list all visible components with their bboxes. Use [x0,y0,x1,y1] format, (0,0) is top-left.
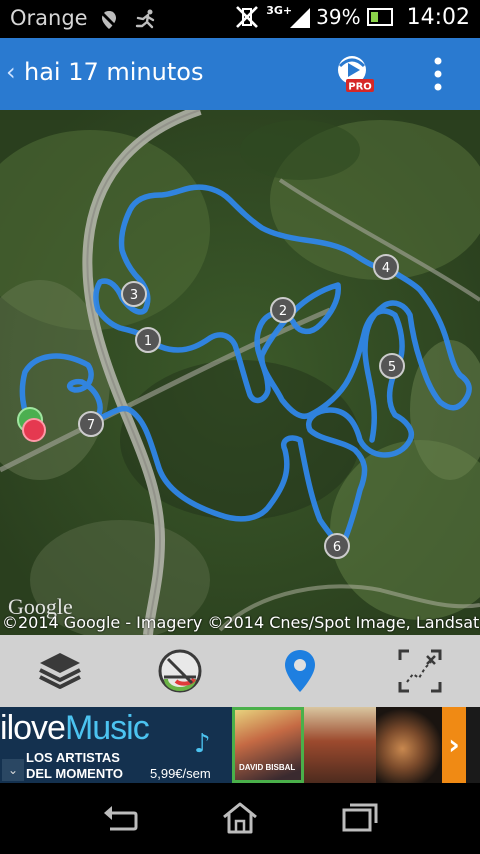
album-cover-3 [376,707,442,783]
marker-label: 1 [144,334,152,349]
clock: 14:02 [406,4,470,30]
network-type: 3G+ [266,3,293,17]
recents-icon[interactable] [340,801,380,835]
end-marker[interactable] [22,418,46,442]
marker-label: 3 [130,288,138,303]
ad-banner[interactable]: iloveMusic ♪ LOS ARTISTAS DEL MOMENTO 5,… [0,707,480,783]
route-crop-icon [398,649,442,693]
system-nav-bar [0,783,480,854]
marker-label: 6 [333,540,341,555]
map-toolbar [0,635,480,707]
route-marker-3[interactable]: 3 [121,281,147,307]
ad-title-love: love [6,709,66,747]
app-bar: ‹ hai 17 minutos PRO [0,38,480,110]
battery-percentage: 39% [316,5,361,29]
running-icon [136,9,155,28]
ad-collapse-icon[interactable]: ⌄ [2,759,24,781]
ad-line-2: DEL MOMENTO [26,766,124,781]
route-marker-1[interactable]: 1 [135,327,161,353]
status-bar: Orange 3G+ 39% 14:02 [0,0,480,38]
pro-video-icon[interactable]: PRO [334,54,376,94]
marker-label: 5 [388,360,396,375]
location-pin-icon [285,650,315,692]
carrier-label: Orange [10,6,88,30]
signal-icon [290,8,311,28]
ad-next-icon[interactable]: › [442,707,466,783]
home-icon[interactable] [220,801,260,835]
ad-title-music: Music [64,709,150,747]
route-marker-7[interactable]: 7 [78,411,104,437]
back-icon[interactable] [100,801,140,835]
map-attribution: ©2014 Google - Imagery ©2014 Cnes/Spot I… [2,613,480,632]
ad-title: iloveMusic [0,709,150,748]
location-button[interactable] [272,645,328,697]
ad-price: 5,99€/sem [150,766,211,781]
marker-label: 7 [87,418,95,433]
ad-edge [466,707,480,783]
overflow-menu-icon[interactable] [428,56,448,92]
route-marker-5[interactable]: 5 [379,353,405,379]
marker-label: 4 [382,261,390,276]
page-title[interactable]: hai 17 minutos [24,58,203,86]
route-marker-4[interactable]: 4 [373,254,399,280]
route-crop-button[interactable] [392,645,448,697]
layers-button[interactable] [32,645,88,697]
status-right: 3G+ 39% 14:02 [234,4,470,30]
album-cover-1: DAVID BISBAL [232,707,304,783]
map-view[interactable]: 1 2 3 4 5 6 7 Google ©2014 Google - Imag… [0,110,480,635]
battery-icon [366,8,393,26]
ad-line-1: LOS ARTISTAS [26,750,120,765]
route-marker-2[interactable]: 2 [270,297,296,323]
up-chevron-icon[interactable]: ‹ [6,58,16,86]
satellite-map: 1 2 3 4 5 6 7 [0,110,480,635]
album-cover-2 [304,707,376,783]
speed-gauge-icon [158,649,202,693]
notification-icons [98,6,158,31]
route-marker-6[interactable]: 6 [324,533,350,559]
speed-overlay-button[interactable] [152,645,208,697]
marker-label: 2 [279,304,287,319]
album-label: DAVID BISBAL [239,763,296,772]
layers-icon [39,653,81,689]
muted-location-icon [99,10,119,29]
vibrate-off-icon [236,6,259,28]
music-note-icon: ♪ [194,729,211,759]
pro-badge: PRO [348,82,372,93]
